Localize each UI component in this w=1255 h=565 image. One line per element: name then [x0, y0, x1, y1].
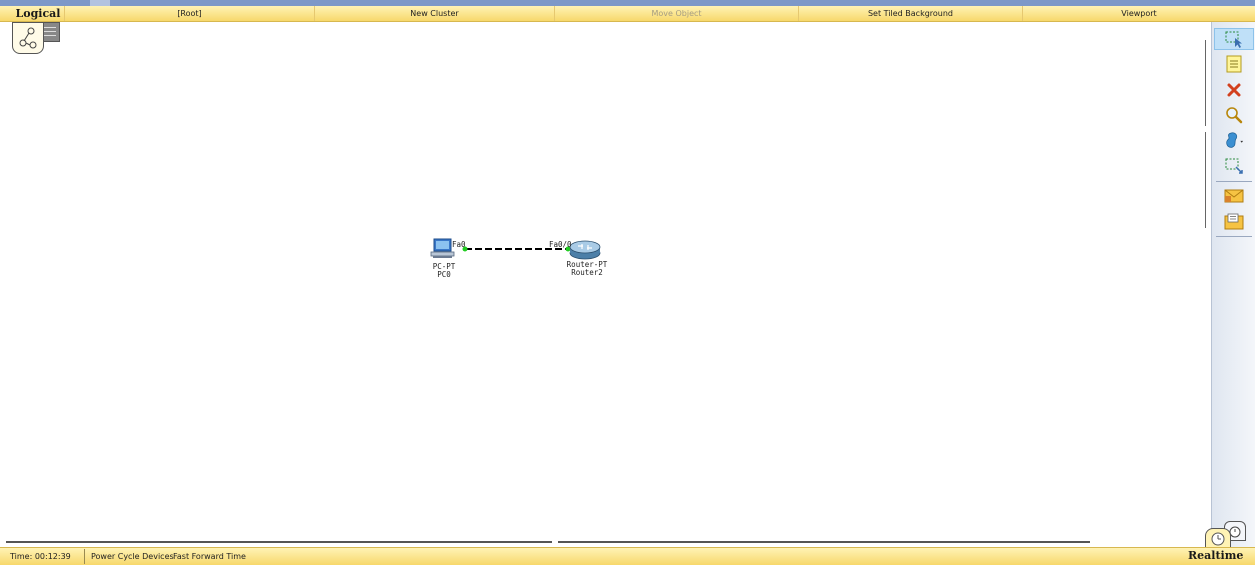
power-cycle-devices-button[interactable]: Power Cycle Devices [91, 548, 174, 565]
resize-icon [1225, 158, 1243, 174]
fast-forward-time-button[interactable]: Fast Forward Time [173, 548, 246, 565]
draw-shape-button[interactable] [1224, 129, 1244, 151]
status-separator [84, 549, 85, 564]
viewport-button[interactable]: Viewport [1022, 6, 1255, 21]
delete-button[interactable] [1224, 79, 1244, 101]
new-cluster-button[interactable]: New Cluster [314, 6, 554, 21]
select-icon [1225, 31, 1242, 48]
logical-view-icon[interactable] [12, 22, 44, 54]
horizontal-scrollbar-left[interactable] [6, 541, 552, 543]
add-simple-pdu-icon [1224, 189, 1244, 203]
draw-shape-icon [1226, 132, 1244, 148]
inspect-icon [1226, 107, 1243, 124]
realtime-status-bar: Time: 00:12:39 Power Cycle Devices Fast … [0, 547, 1255, 565]
root-button[interactable]: [Root] [64, 6, 314, 21]
note-icon [1226, 55, 1242, 73]
add-simple-pdu-button[interactable] [1224, 185, 1244, 207]
add-complex-pdu-icon [1224, 213, 1244, 230]
delete-icon [1227, 83, 1241, 97]
set-tiled-background-button[interactable]: Set Tiled Background [798, 6, 1022, 21]
horizontal-scrollbar-right[interactable] [558, 541, 1090, 543]
time-display: Time: 00:12:39 [10, 552, 71, 561]
logical-workspace[interactable]: Fa0 PC-PT PC0 Fa0/0 Router-PT Router2 [8, 22, 1210, 547]
logical-tab-label[interactable]: Logical [12, 6, 64, 22]
router-port-label: Fa0/0 [549, 240, 572, 249]
move-object-button[interactable]: Move Object [554, 6, 798, 21]
place-note-button[interactable] [1224, 53, 1244, 75]
vertical-scrollbar-bottom[interactable] [1205, 132, 1206, 228]
sidebar-separator [1216, 181, 1252, 182]
vertical-scrollbar-top[interactable] [1205, 40, 1206, 126]
realtime-mode-label[interactable]: Realtime [1188, 547, 1243, 564]
add-complex-pdu-button[interactable] [1224, 211, 1244, 233]
select-tool-button[interactable] [1214, 28, 1254, 50]
router-device[interactable] [568, 240, 602, 260]
pc-port-label: Fa0 [452, 240, 466, 249]
clock-icon [1211, 532, 1225, 546]
router-name-label[interactable]: Router2 [562, 268, 612, 277]
pc-name-label[interactable]: PC0 [426, 270, 462, 279]
logical-toolbar: [Root] New Cluster Move Object Set Tiled… [0, 6, 1255, 22]
resize-shape-button[interactable] [1224, 155, 1244, 177]
router-icon [569, 240, 601, 260]
realtime-mode-icon[interactable] [1205, 528, 1231, 548]
inspect-button[interactable] [1224, 104, 1244, 126]
sidebar-separator [1216, 236, 1252, 237]
network-link[interactable] [8, 22, 1210, 547]
